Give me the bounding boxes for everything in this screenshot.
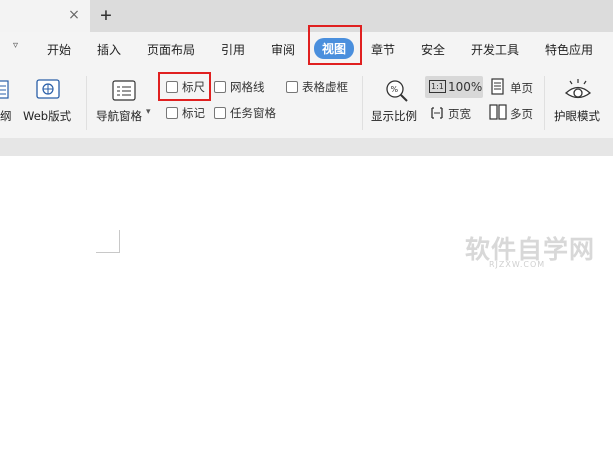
markup-label[interactable]: 标记 (182, 105, 205, 121)
gridlines-label[interactable]: 网格线 (230, 79, 265, 95)
eye-mode-label[interactable]: 护眼模式 (554, 108, 600, 124)
document-page[interactable] (0, 156, 613, 467)
zoom-value: 100% (448, 80, 483, 94)
gridlines-checkbox[interactable] (214, 81, 226, 93)
ribbon-divider (86, 76, 87, 130)
table-gridlines-label[interactable]: 表格虚框 (302, 79, 348, 95)
multi-page-label[interactable]: 多页 (510, 106, 533, 122)
zoom-ratio-label[interactable]: 显示比例 (371, 108, 417, 124)
single-page-icon[interactable] (490, 78, 506, 96)
ribbon-divider (544, 76, 545, 130)
task-pane-label[interactable]: 任务窗格 (230, 105, 276, 121)
eye-icon[interactable] (564, 78, 592, 102)
tab-special-apps[interactable]: 特色应用 (545, 41, 593, 58)
tab-page-layout[interactable]: 页面布局 (147, 41, 195, 58)
chevron-down-icon[interactable]: ▾ (146, 107, 151, 117)
tab-security[interactable]: 安全 (421, 41, 445, 58)
menu-overflow-icon[interactable]: ▿ (13, 40, 18, 51)
single-page-label[interactable]: 单页 (510, 80, 533, 96)
tab-bar: × + (0, 0, 613, 32)
multi-page-icon[interactable] (489, 104, 507, 122)
highlight-box-ruler (158, 72, 211, 101)
table-gridlines-checkbox[interactable] (286, 81, 298, 93)
markup-checkbox[interactable] (166, 107, 178, 119)
tab-home[interactable]: 开始 (47, 41, 71, 58)
ribbon-divider (362, 76, 363, 130)
ribbon-view (0, 66, 613, 139)
actual-size-icon: 1:1 (429, 80, 446, 93)
watermark-url: RJZXW.COM (489, 260, 546, 269)
web-layout-icon[interactable] (36, 79, 60, 101)
page-width-icon[interactable] (429, 105, 445, 121)
tab-developer[interactable]: 开发工具 (471, 41, 519, 58)
close-icon[interactable]: × (66, 7, 82, 23)
navigation-pane-label[interactable]: 导航窗格 (96, 108, 142, 124)
task-pane-checkbox[interactable] (214, 107, 226, 119)
zoom-magnifier-icon[interactable]: % (384, 78, 410, 104)
svg-text:%: % (391, 85, 399, 94)
page-width-label[interactable]: 页宽 (448, 106, 471, 122)
tab-references[interactable]: 引用 (221, 41, 245, 58)
web-layout-label[interactable]: Web版式 (23, 108, 71, 124)
highlight-box-view-tab (308, 25, 362, 65)
page-margin-corner-mark (96, 230, 120, 253)
outline-icon[interactable] (0, 80, 10, 100)
tab-insert[interactable]: 插入 (97, 41, 121, 58)
tab-chapter[interactable]: 章节 (371, 41, 395, 58)
tab-review[interactable]: 审阅 (271, 41, 295, 58)
menu-bar: ▿ 开始 插入 页面布局 引用 审阅 视图 章节 安全 开发工具 特色应用 (0, 32, 613, 66)
document-tab[interactable]: × (0, 0, 90, 32)
new-tab-button[interactable]: + (97, 6, 115, 25)
ruler-area (0, 138, 613, 156)
outline-label[interactable]: 纲 (0, 108, 12, 124)
navigation-pane-icon[interactable] (112, 80, 136, 102)
